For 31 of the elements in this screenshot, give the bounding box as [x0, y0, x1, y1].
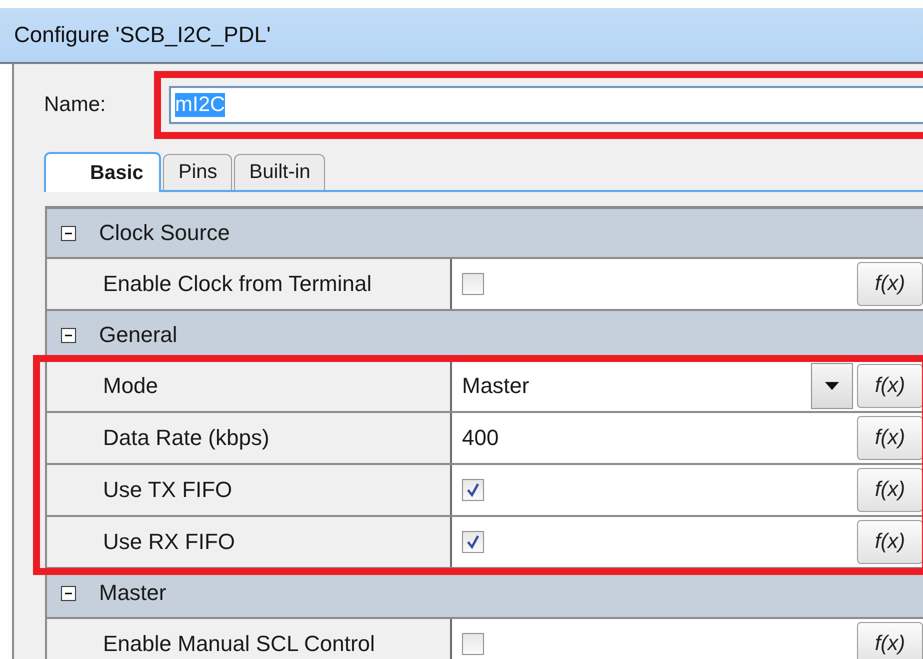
formula-button[interactable]: f(x)	[857, 622, 923, 659]
value-field[interactable]: 400	[462, 425, 857, 451]
property-label: Enable Manual SCL Control	[47, 619, 452, 659]
property-label: Enable Clock from Terminal	[47, 259, 452, 309]
tab[interactable]: Built-in	[234, 154, 326, 190]
formula-button[interactable]: f(x)	[857, 364, 923, 408]
collapse-icon[interactable]	[61, 328, 76, 342]
property-label: Use TX FIFO	[47, 465, 452, 515]
formula-button[interactable]: f(x)	[857, 416, 923, 460]
formula-button[interactable]: f(x)	[857, 262, 923, 306]
tab[interactable]: Basic	[44, 152, 162, 192]
tab[interactable]: Pins	[163, 154, 232, 190]
dropdown-value[interactable]: Master	[462, 373, 811, 399]
window-title: Configure 'SCB_I2C_PDL'	[14, 22, 271, 48]
section-title: Master	[99, 580, 166, 606]
property-label: Use RX FIFO	[47, 517, 452, 567]
formula-button[interactable]: f(x)	[857, 468, 923, 512]
checkbox[interactable]	[462, 633, 484, 655]
checkmark-icon	[465, 482, 481, 498]
property-label: Data Rate (kbps)	[47, 413, 452, 463]
checkbox[interactable]	[462, 531, 484, 553]
checkbox[interactable]	[462, 479, 484, 501]
checkmark-icon	[465, 534, 481, 550]
name-label: Name:	[43, 93, 107, 117]
formula-button[interactable]: f(x)	[857, 520, 923, 564]
property-label: Mode	[47, 361, 452, 411]
collapse-icon[interactable]	[61, 586, 76, 600]
section-title: Clock Source	[99, 220, 230, 246]
checkbox[interactable]	[462, 273, 484, 295]
section-title: General	[99, 322, 178, 348]
collapse-icon[interactable]	[61, 226, 76, 240]
